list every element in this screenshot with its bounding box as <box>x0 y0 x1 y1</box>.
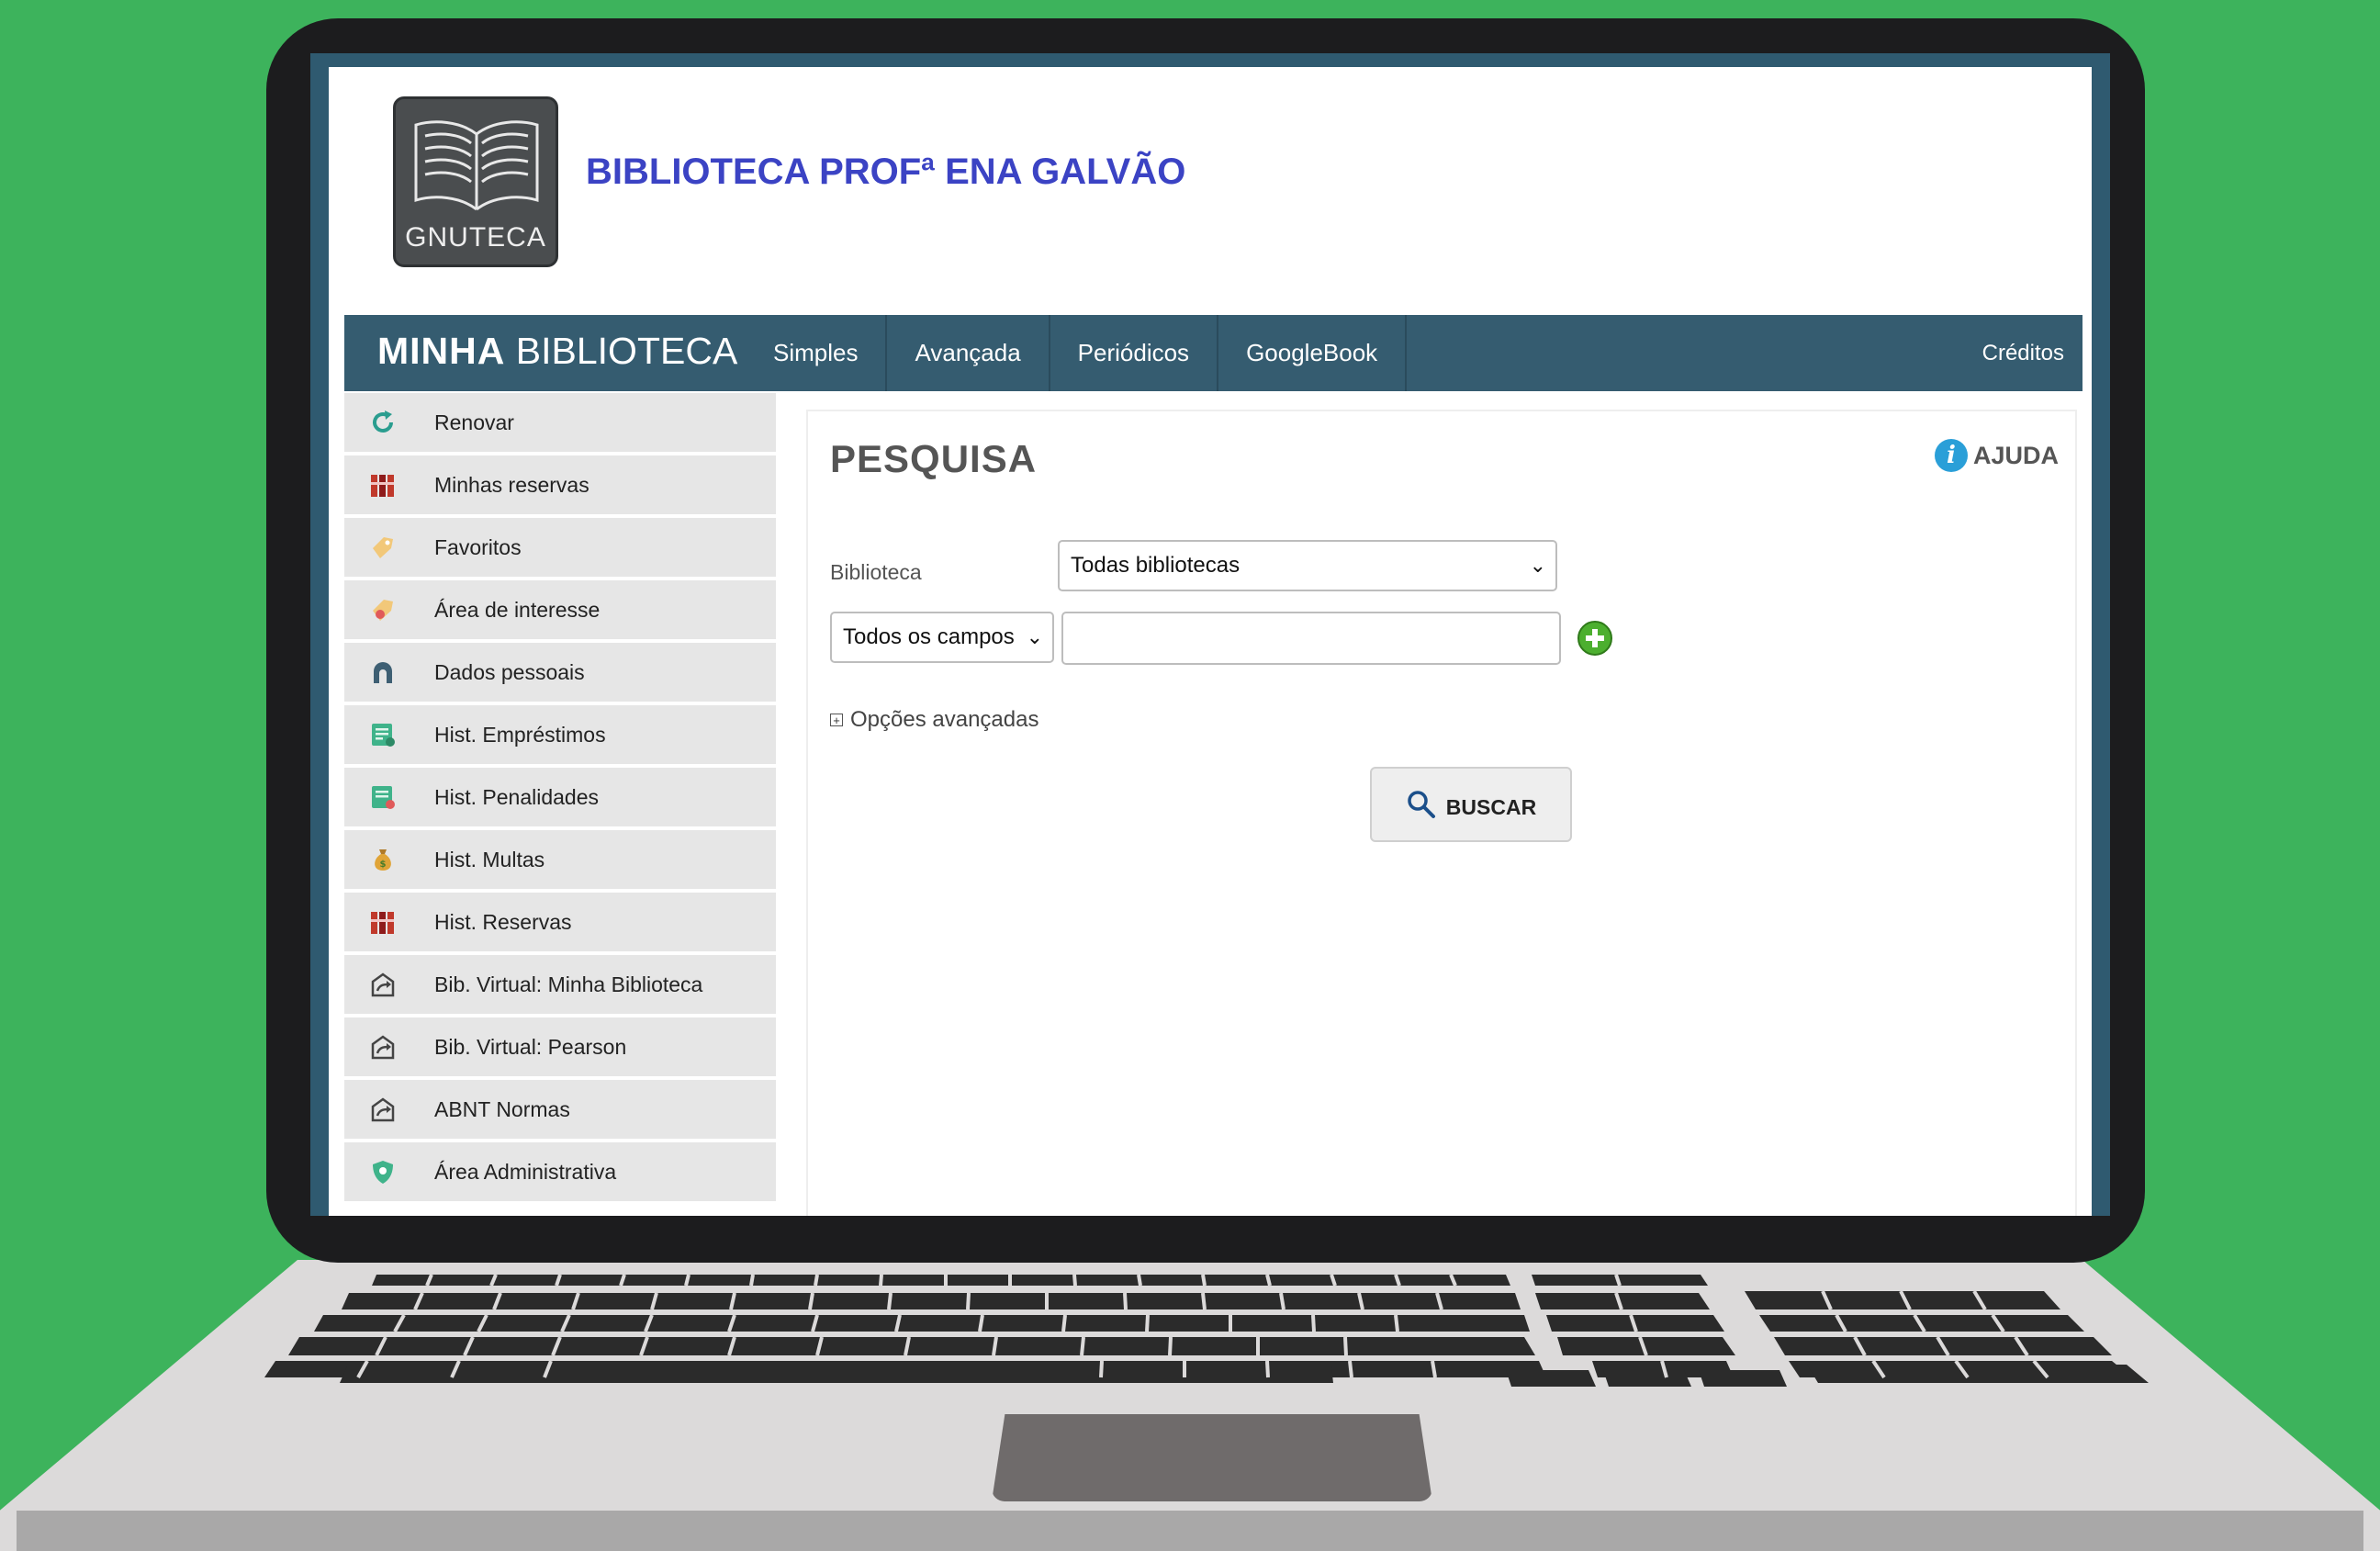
refresh-icon <box>368 408 398 437</box>
help-button[interactable]: i AJUDA <box>1934 439 2059 472</box>
trackpad <box>992 1414 1432 1501</box>
sidebar-item-hist-reservas[interactable]: Hist. Reservas <box>344 893 776 951</box>
money-bag-icon: $ <box>368 845 398 874</box>
sidebar-item-label: Bib. Virtual: Pearson <box>434 1035 627 1059</box>
field-select[interactable]: Todos os campos ⌄ <box>830 612 1054 663</box>
search-icon <box>1408 791 1435 818</box>
info-icon: i <box>1934 439 1968 472</box>
external-link-icon <box>368 1095 398 1124</box>
sidebar-item-dados-pessoais[interactable]: Dados pessoais <box>344 643 776 702</box>
sidebar-item-label: Dados pessoais <box>434 660 585 684</box>
favorite-icon <box>368 533 398 562</box>
shield-icon <box>368 1157 398 1186</box>
books-icon <box>368 907 398 937</box>
sidebar-item-label: Renovar <box>434 410 514 434</box>
biblioteca-select[interactable]: Todas bibliotecas ⌄ <box>1058 540 1557 591</box>
sidebar-item-favoritos[interactable]: Favoritos <box>344 518 776 577</box>
web-page: GNUTECA BIBLIOTECA PROFª ENA GALVÃO MINH… <box>329 67 2092 1216</box>
sidebar-item-minhas-reservas[interactable]: Minhas reservas <box>344 455 776 514</box>
sidebar-item-area-administrativa[interactable]: Área Administrativa <box>344 1142 776 1201</box>
sidebar-item-label: Minhas reservas <box>434 473 589 497</box>
sidebar-item-label: Hist. Multas <box>434 848 545 871</box>
sidebar-item-bib-virtual-pearson[interactable]: Bib. Virtual: Pearson <box>344 1017 776 1076</box>
external-link-icon <box>368 1032 398 1062</box>
brand[interactable]: MINHA BIBLIOTECA <box>377 330 737 373</box>
nav-item-googlebook[interactable]: GoogleBook <box>1218 315 1408 391</box>
logo-text: GNUTECA <box>405 222 546 253</box>
sidebar-item-label: Hist. Penalidades <box>434 785 599 809</box>
sidebar-item-label: Bib. Virtual: Minha Biblioteca <box>434 972 703 996</box>
sidebar-item-area-de-interesse[interactable]: Área de interesse <box>344 580 776 639</box>
sidebar-item-bib-virtual-minha-biblioteca[interactable]: Bib. Virtual: Minha Biblioteca <box>344 955 776 1014</box>
brand-bold: MINHA <box>377 330 506 372</box>
loan-history-icon <box>368 720 398 749</box>
chevron-down-icon: ⌄ <box>1026 625 1043 648</box>
search-panel: PESQUISA i AJUDA Biblioteca Todas biblio… <box>806 410 2077 1216</box>
sidebar-item-renovar[interactable]: Renovar <box>344 393 776 452</box>
top-navbar: MINHA BIBLIOTECA Simples Avançada Periód… <box>344 315 2082 391</box>
external-link-icon <box>368 970 398 999</box>
page-header: GNUTECA BIBLIOTECA PROFª ENA GALVÃO <box>329 67 2092 301</box>
laptop-screen: GNUTECA BIBLIOTECA PROFª ENA GALVÃO MINH… <box>310 53 2110 1216</box>
nav-item-periodicos[interactable]: Periódicos <box>1050 315 1219 391</box>
sidebar-item-hist-penalidades[interactable]: Hist. Penalidades <box>344 768 776 826</box>
biblioteca-select-value: Todas bibliotecas <box>1071 553 1241 578</box>
sidebar-item-hist-multas[interactable]: $ Hist. Multas <box>344 830 776 889</box>
sidebar: Renovar Minhas reservas Favoritos Área d… <box>344 393 776 1205</box>
sidebar-item-abnt-normas[interactable]: ABNT Normas <box>344 1080 776 1139</box>
add-field-button[interactable] <box>1577 621 1612 656</box>
nav-menu: Simples Avançada Periódicos GoogleBook <box>773 315 1408 391</box>
gnuteca-logo[interactable]: GNUTECA <box>393 96 558 267</box>
biblioteca-label: Biblioteca <box>830 560 922 584</box>
interest-icon <box>368 595 398 624</box>
advanced-options-label: Opções avançadas <box>850 707 1039 732</box>
brand-regular: BIBLIOTECA <box>515 330 738 372</box>
sidebar-item-label: Área de interesse <box>434 598 601 622</box>
nav-item-avancada[interactable]: Avançada <box>887 315 1050 391</box>
field-select-value: Todos os campos <box>843 624 1015 649</box>
sidebar-item-label: Hist. Reservas <box>434 910 572 934</box>
chevron-down-icon: ⌄ <box>1529 554 1546 577</box>
advanced-options-toggle[interactable]: + Opções avançadas <box>830 707 1038 733</box>
sidebar-item-label: Área Administrativa <box>434 1160 617 1184</box>
help-label: AJUDA <box>1972 441 2059 469</box>
nav-item-creditos[interactable]: Créditos <box>1982 315 2064 391</box>
sidebar-item-label: Favoritos <box>434 535 522 559</box>
page-title: PESQUISA <box>830 437 1038 480</box>
search-button[interactable]: BUSCAR <box>1370 767 1572 842</box>
sidebar-item-label: Hist. Empréstimos <box>434 723 606 747</box>
site-title[interactable]: BIBLIOTECA PROFª ENA GALVÃO <box>586 152 1185 193</box>
sidebar-item-hist-emprestimos[interactable]: Hist. Empréstimos <box>344 705 776 764</box>
expand-icon: + <box>830 714 843 726</box>
sidebar-item-label: ABNT Normas <box>434 1097 570 1121</box>
search-button-label: BUSCAR <box>1445 794 1537 819</box>
nav-item-simples[interactable]: Simples <box>773 315 888 391</box>
svg-text:$: $ <box>380 860 387 870</box>
books-icon <box>368 470 398 500</box>
penalty-history-icon <box>368 782 398 812</box>
search-input[interactable] <box>1061 612 1561 665</box>
open-book-icon <box>414 120 539 211</box>
user-icon <box>368 657 398 687</box>
